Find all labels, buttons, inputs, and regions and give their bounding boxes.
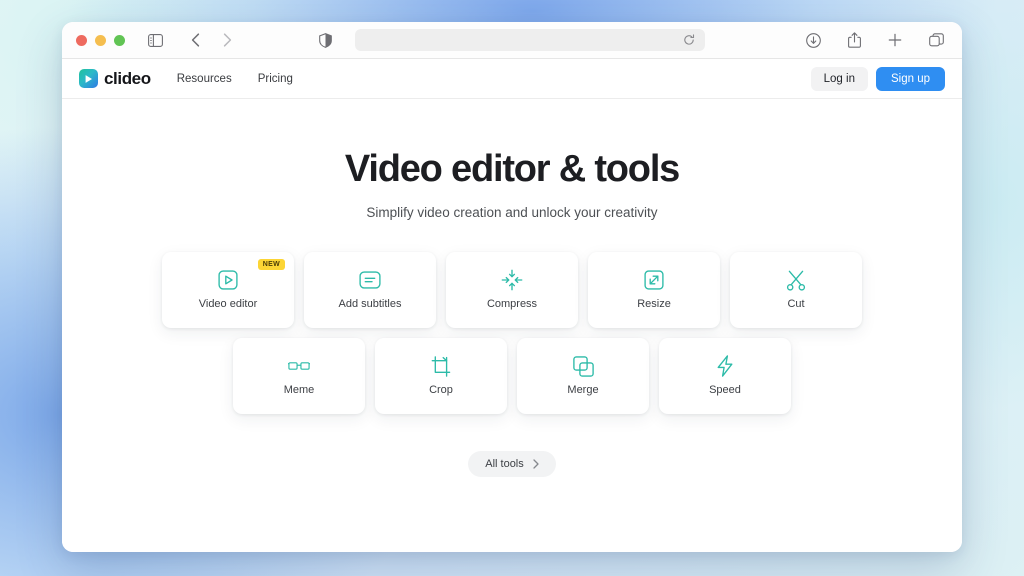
tool-label: Meme: [283, 384, 315, 397]
browser-window: clideo Resources Pricing Log in Sign up …: [62, 22, 962, 552]
download-icon[interactable]: [801, 28, 825, 52]
tool-card-video-editor[interactable]: NEW Video editor: [162, 251, 294, 328]
site-header: clideo Resources Pricing Log in Sign up: [62, 59, 962, 99]
tool-label: Speed: [709, 384, 741, 397]
maximize-window-button[interactable]: [114, 34, 125, 46]
reload-icon[interactable]: [681, 32, 697, 48]
tool-card-add-subtitles[interactable]: Add subtitles: [304, 251, 436, 328]
toolbar-actions: [801, 28, 948, 52]
nav-link-pricing[interactable]: Pricing: [258, 73, 293, 85]
tool-label: Crop: [429, 384, 453, 397]
page-content: Video editor & tools Simplify video crea…: [62, 99, 962, 552]
merge-squares-icon: [572, 355, 594, 377]
tool-card-resize[interactable]: Resize: [588, 251, 720, 328]
navigation-buttons: [183, 28, 239, 52]
signup-button[interactable]: Sign up: [875, 66, 945, 91]
crop-icon: [430, 355, 452, 377]
compress-arrows-icon: [501, 269, 523, 291]
tool-card-compress[interactable]: Compress: [446, 251, 578, 328]
close-window-button[interactable]: [76, 34, 87, 46]
play-logo-icon: [79, 69, 98, 88]
tools-row-2: Meme Crop Merge Speed: [162, 337, 862, 414]
new-badge: NEW: [257, 258, 285, 270]
scissors-icon: [785, 269, 807, 291]
header-actions: Log in Sign up: [810, 66, 945, 91]
sidebar-toggle-icon[interactable]: [143, 28, 167, 52]
logo-text: clideo: [104, 68, 151, 88]
hero-subtitle: Simplify video creation and unlock your …: [366, 204, 658, 220]
resize-expand-icon: [643, 269, 665, 291]
share-icon[interactable]: [842, 28, 866, 52]
all-tools-label: All tools: [485, 457, 524, 470]
lightning-bolt-icon: [714, 355, 736, 378]
clideo-logo[interactable]: clideo: [79, 69, 151, 89]
glasses-icon: [288, 355, 310, 377]
chevron-right-icon: [533, 459, 539, 469]
tool-card-cut[interactable]: Cut: [730, 251, 862, 328]
address-bar[interactable]: [355, 29, 705, 51]
tool-label: Video editor: [198, 298, 258, 311]
tool-card-speed[interactable]: Speed: [659, 337, 791, 414]
tools-row-1: NEW Video editor Add subtitles Compress …: [162, 251, 862, 328]
tool-card-meme[interactable]: Meme: [233, 337, 365, 414]
tool-label: Cut: [787, 298, 805, 311]
tool-label: Add subtitles: [338, 298, 402, 311]
main-navigation: Resources Pricing: [177, 73, 293, 85]
forward-button[interactable]: [215, 28, 239, 52]
tool-label: Merge: [567, 384, 599, 397]
minimize-window-button[interactable]: [95, 34, 106, 46]
back-button[interactable]: [183, 28, 207, 52]
tool-card-merge[interactable]: Merge: [517, 337, 649, 414]
tab-overview-icon[interactable]: [924, 28, 948, 52]
tool-label: Resize: [637, 298, 671, 311]
browser-toolbar: [62, 22, 962, 59]
subtitles-icon: [359, 269, 381, 291]
play-square-icon: [217, 269, 239, 291]
tool-label: Compress: [486, 298, 538, 311]
window-controls: [76, 34, 125, 46]
all-tools-button[interactable]: All tools: [468, 450, 556, 477]
login-button[interactable]: Log in: [810, 66, 868, 91]
shield-icon[interactable]: [313, 28, 337, 52]
new-tab-plus-icon[interactable]: [883, 28, 907, 52]
page-title: Video editor & tools: [344, 148, 680, 190]
nav-link-resources[interactable]: Resources: [177, 73, 232, 85]
desktop-background: clideo Resources Pricing Log in Sign up …: [0, 0, 1024, 576]
tool-card-crop[interactable]: Crop: [375, 337, 507, 414]
tools-grid: NEW Video editor Add subtitles Compress …: [162, 251, 862, 414]
